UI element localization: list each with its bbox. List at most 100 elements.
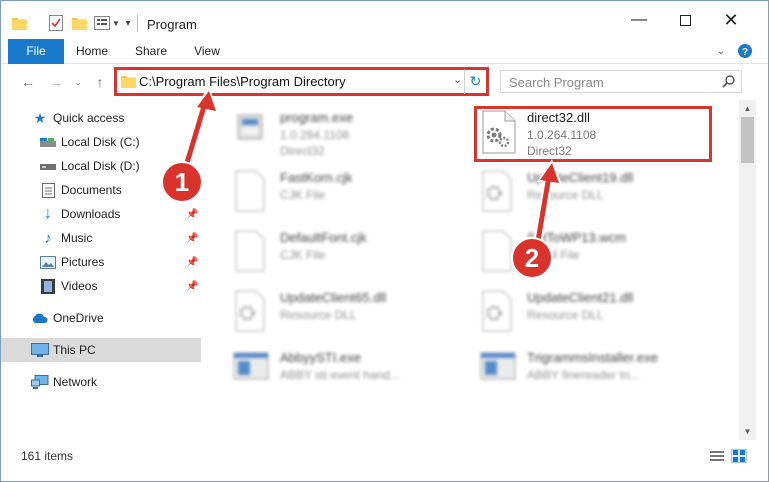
forward-arrow-icon[interactable]: →	[45, 71, 67, 93]
address-path[interactable]: C:\Program Files\Program Directory	[139, 74, 346, 89]
file-list: program.exe 1.0.264.1108 Direct32 direct…	[204, 100, 739, 440]
navigation-bar: ← → ⌄ ↑ C:\Program Files\Program Directo…	[1, 64, 768, 100]
sidebar-item-music[interactable]: ♪ Music 📌	[1, 226, 201, 250]
file-item-program-exe[interactable]: program.exe 1.0.264.1108 Direct32	[230, 106, 470, 160]
dll-gear-icon	[479, 169, 519, 215]
title-separator	[137, 15, 138, 32]
sidebar-item-local-disk-d[interactable]: Local Disk (D:)	[1, 154, 201, 178]
recent-locations-icon[interactable]: ⌄	[67, 71, 89, 93]
file-item-updateclient65-dll[interactable]: UpdateClient65.dll Resource DLL	[230, 286, 470, 340]
address-bar[interactable]: C:\Program Files\Program Directory ⌄ ↻	[114, 67, 489, 96]
sidebar-item-pictures[interactable]: Pictures 📌	[1, 250, 201, 274]
view-options-icon[interactable]	[93, 14, 111, 32]
pictures-icon	[39, 254, 57, 270]
file-icon	[479, 229, 519, 275]
sidebar-item-this-pc[interactable]: This PC	[1, 338, 201, 362]
app-window-icon	[479, 349, 519, 395]
file-name: AbbyySTI.exe	[280, 350, 361, 365]
file-name: SetToWP13.wcm	[527, 230, 626, 245]
file-name: UpdateClient21.dll	[527, 290, 634, 305]
file-icon	[232, 169, 272, 215]
pin-icon[interactable]: 📌	[186, 209, 198, 220]
help-icon[interactable]: ?	[737, 43, 753, 59]
maximize-icon[interactable]	[662, 1, 708, 39]
search-box[interactable]: Search Program	[500, 70, 742, 93]
tab-view[interactable]: View	[185, 39, 229, 64]
sidebar-item-downloads[interactable]: ↓ Downloads 📌	[1, 202, 201, 226]
sidebar-item-label: Local Disk (D:)	[61, 159, 140, 173]
search-input[interactable]: Search Program	[509, 75, 604, 90]
item-count: 161 items	[21, 449, 74, 463]
file-item-updateclient21-dll[interactable]: UpdateClient21.dll Resource DLL	[477, 286, 717, 340]
folder-icon	[11, 14, 27, 32]
properties-icon[interactable]	[47, 14, 65, 32]
back-arrow-icon[interactable]: ←	[17, 71, 39, 93]
tab-home[interactable]: Home	[69, 39, 115, 64]
drive-icon	[39, 158, 57, 174]
new-folder-icon[interactable]	[71, 14, 87, 32]
file-item-updateclient19-dll[interactable]: UpdateClient19.dll Resource DLL	[477, 166, 717, 220]
expand-ribbon-icon[interactable]: ⌄	[713, 43, 729, 59]
address-dropdown-icon[interactable]: ⌄	[453, 73, 462, 86]
sidebar-item-label: Downloads	[61, 207, 121, 221]
file-item-settowp13-wcm[interactable]: SetToWP13.wcm WCM File	[477, 226, 717, 280]
file-description: Direct32	[280, 144, 325, 158]
address-folder-icon	[121, 75, 136, 91]
pin-icon[interactable]: 📌	[186, 257, 198, 268]
drive-icon	[39, 134, 57, 150]
vertical-scrollbar[interactable]: ▲ ▼	[739, 100, 756, 440]
sidebar-item-local-disk-c[interactable]: Local Disk (C:)	[1, 130, 201, 154]
tab-share[interactable]: Share	[129, 39, 173, 64]
sidebar-item-label: Music	[61, 231, 93, 245]
music-icon: ♪	[44, 229, 52, 247]
sidebar-item-label: Network	[53, 375, 98, 389]
dropdown-arrow-icon[interactable]: ▼	[111, 14, 121, 32]
title-bar: ▼ ▾ Program — ✕	[1, 1, 768, 39]
file-item-abbyysti-exe[interactable]: AbbyySTI.exe ABBY sti event hand...	[230, 346, 470, 400]
large-icons-view-icon[interactable]	[731, 449, 747, 463]
computer-icon	[31, 342, 49, 358]
file-name: UpdateClient65.dll	[280, 290, 387, 305]
scrollbar-thumb[interactable]	[741, 117, 754, 163]
file-name: FastKorn.cjk	[280, 170, 353, 185]
sidebar-item-label: Documents	[61, 183, 122, 197]
customize-toolbar-icon[interactable]: ▾	[123, 14, 133, 32]
pin-icon[interactable]: 📌	[186, 281, 198, 292]
videos-icon	[39, 278, 57, 294]
file-explorer-window: ▼ ▾ Program — ✕ File Home Share View ⌄ ?…	[0, 0, 769, 482]
sidebar-item-quick-access[interactable]: ★ Quick access	[1, 106, 201, 130]
file-item-fastkorn-cjk[interactable]: FastKorn.cjk CJK File	[230, 166, 470, 220]
documents-icon	[39, 182, 57, 198]
sidebar-item-label: OneDrive	[53, 311, 104, 325]
ribbon-tabs: File Home Share View ⌄ ?	[1, 39, 768, 64]
dll-gear-icon	[479, 289, 519, 335]
file-item-trigrammsinstaller-exe[interactable]: TrigrammsInstaller.exe ABBY finereader t…	[477, 346, 717, 400]
status-bar: 161 items	[1, 445, 768, 467]
sidebar-item-label: This PC	[53, 343, 96, 357]
sidebar-item-network[interactable]: Network	[1, 370, 201, 394]
search-icon[interactable]	[722, 75, 735, 91]
cloud-icon	[31, 310, 49, 326]
sidebar-item-onedrive[interactable]: OneDrive	[1, 306, 201, 330]
minimize-icon[interactable]: —	[616, 1, 662, 39]
file-type: Resource DLL	[527, 308, 604, 322]
sidebar-item-documents[interactable]: Documents	[1, 178, 201, 202]
downloads-icon: ↓	[44, 205, 52, 222]
file-item-defaultfont-cjk[interactable]: DefaultFont.cjk CJK File	[230, 226, 470, 280]
sidebar-item-label: Quick access	[53, 111, 125, 125]
refresh-icon[interactable]: ↻	[464, 69, 486, 94]
details-view-icon[interactable]	[709, 449, 725, 463]
exe-icon	[232, 109, 272, 155]
highlight-frame	[474, 106, 712, 162]
pin-icon[interactable]: 📌	[186, 233, 198, 244]
tab-file[interactable]: File	[8, 39, 64, 64]
sidebar-item-videos[interactable]: Videos 📌	[1, 274, 201, 298]
close-icon[interactable]: ✕	[708, 1, 754, 39]
scroll-up-icon[interactable]: ▲	[739, 100, 756, 117]
sidebar-item-label: Pictures	[61, 255, 105, 269]
file-description: ABBY sti event hand...	[280, 368, 400, 382]
app-window-icon	[232, 349, 272, 395]
window-title: Program	[147, 17, 197, 32]
up-arrow-icon[interactable]: ↑	[89, 71, 111, 93]
scroll-down-icon[interactable]: ▼	[739, 423, 756, 440]
